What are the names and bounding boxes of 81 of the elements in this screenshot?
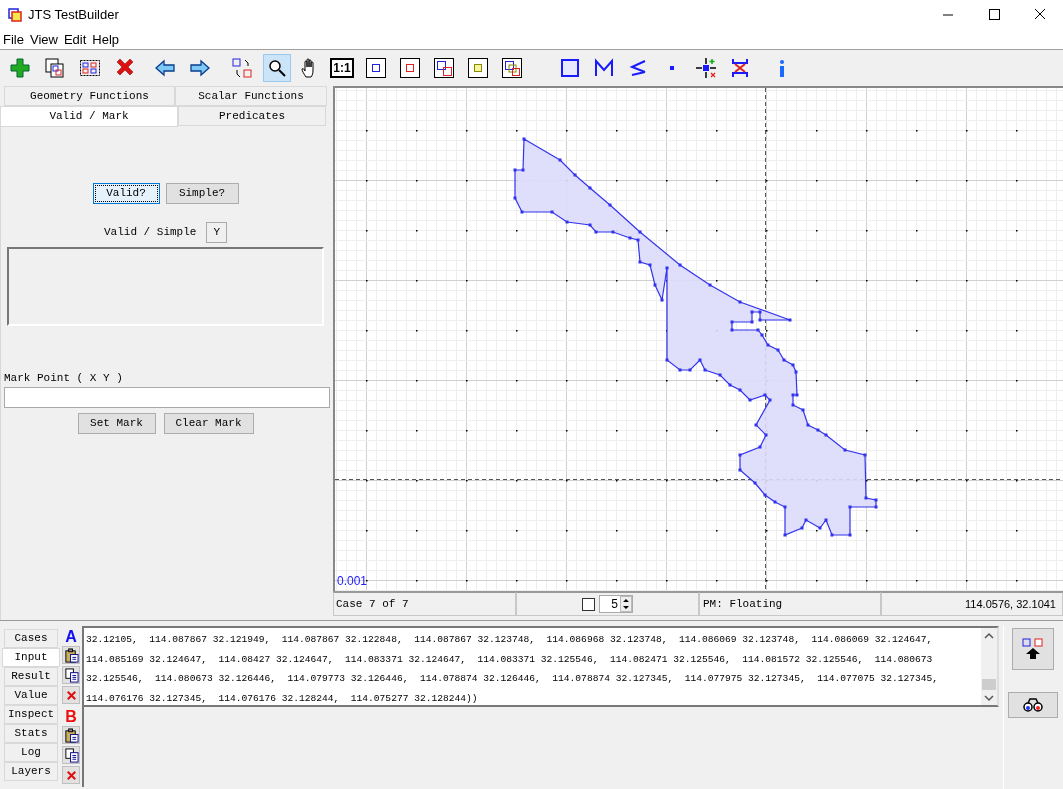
menu-item[interactable]: Edit <box>60 29 90 50</box>
hand-icon <box>301 58 317 78</box>
binoculars-icon <box>1022 698 1043 712</box>
info-icon <box>780 59 784 77</box>
mark-point-field[interactable] <box>4 386 330 408</box>
zoom-both-icon <box>433 57 455 79</box>
side-tab[interactable]: Cases <box>4 629 58 648</box>
point-tool-icon <box>670 66 674 70</box>
panel-tab[interactable]: Geometry Functions <box>4 86 175 106</box>
geometry-a-label: A <box>65 628 77 646</box>
inspect-button[interactable] <box>1007 692 1058 718</box>
side-tab[interactable]: Result <box>4 667 58 686</box>
side-tab[interactable]: Input <box>2 648 60 667</box>
swap-icon <box>231 57 253 79</box>
scale-label: 0.001 <box>337 573 368 590</box>
toolbar-button[interactable] <box>263 54 291 82</box>
wkt-text-line: 32.125546, 114.080673 32.126446, 114.079773 32.126446, 114.078874 32.126446, 114.078874 32.127345, 114.077975 32.127345, 114.077075 32.127345, <box>86 672 940 686</box>
panel-tab[interactable]: Predicates <box>178 106 326 126</box>
wkt-text-line: 114.076176 32.127345, 114.076176 32.128244, 114.075277 32.128244)) <box>86 691 479 706</box>
simple-button[interactable]: Simple? <box>165 183 239 204</box>
copy-button[interactable] <box>62 746 80 764</box>
zoom-a-icon <box>365 57 387 79</box>
valid-button[interactable]: Valid? <box>92 183 160 204</box>
copy-icon <box>63 667 79 683</box>
menu-item[interactable]: View <box>26 29 61 50</box>
paste-icon <box>63 647 79 663</box>
side-tab[interactable]: Inspect <box>4 705 58 724</box>
polygon-shape[interactable] <box>513 137 878 537</box>
polygon-tool-icon <box>559 57 581 79</box>
spinner-arrows-icon[interactable] <box>620 596 632 612</box>
set-mark-button[interactable]: Set Mark <box>77 412 156 434</box>
zoom-result-icon <box>467 57 489 79</box>
side-tab[interactable]: Stats <box>4 724 58 743</box>
mark-point-label: Mark Point ( X Y ) <box>4 371 123 386</box>
spinner-field[interactable]: 5 <box>599 595 633 613</box>
wkt-text-line: 32.12105, 114.087867 32.121949, 114.087867 32.122848, 114.087867 32.123748, 114.086968 32.123748, 114.086069 32.123748, 114.086069 32.124647, <box>86 633 934 647</box>
scroll-down-icon[interactable] <box>984 694 994 702</box>
paste-button[interactable] <box>62 646 80 664</box>
scroll-up-icon[interactable] <box>984 632 994 640</box>
side-tab[interactable]: Log <box>4 743 58 762</box>
load-result-button[interactable] <box>1011 628 1054 670</box>
spinner-value: 5 <box>611 596 619 613</box>
panel-tab[interactable]: Valid / Mark <box>0 106 178 127</box>
app-icon <box>8 8 22 22</box>
paste-icon <box>63 727 79 743</box>
scroll-thumb[interactable] <box>982 678 996 690</box>
menu-item[interactable]: File <box>0 29 27 50</box>
copy-up-icon <box>1021 638 1044 660</box>
wkt-text-line: 114.085169 32.124647, 114.08427 32.124647, 114.083371 32.124647, 114.083371 32.125546, 114.082471 32.125546, 114.081572 32.125546, 114.080673 <box>86 652 934 667</box>
checkbox[interactable] <box>582 597 595 611</box>
precision-model: PM: Floating <box>699 592 881 616</box>
geometry-b-label: B <box>65 708 77 726</box>
add-icon <box>9 57 31 79</box>
side-tab[interactable]: Layers <box>4 762 58 781</box>
side-tab[interactable]: Value <box>4 686 58 705</box>
scrollbar[interactable] <box>981 628 997 705</box>
paste-button[interactable] <box>62 726 80 744</box>
clear-button[interactable] <box>62 766 80 784</box>
zoom-b-icon <box>399 57 421 79</box>
result-value: Y <box>206 222 227 243</box>
copy-button[interactable] <box>62 666 80 684</box>
geometry-a-field[interactable] <box>82 626 999 707</box>
zoom-all-icon <box>501 57 523 79</box>
linestring-tool-icon <box>593 57 615 79</box>
delete-vertex-icon <box>729 57 751 79</box>
right-arrow-icon <box>189 57 211 79</box>
copy-icon <box>63 747 79 763</box>
copy-icon <box>44 57 66 79</box>
cursor-coordinates: 114.0576, 32.1041 <box>881 592 1063 616</box>
select-all-icon <box>79 57 101 79</box>
valid-simple-label: Valid / Simple <box>104 225 197 241</box>
menu-item[interactable]: Help <box>89 29 123 50</box>
panel-tab[interactable]: Scalar Functions <box>175 86 327 106</box>
case-counter: Case 7 of 7 <box>333 592 516 616</box>
move-vertex-icon <box>695 57 717 79</box>
left-arrow-icon <box>154 57 176 79</box>
drawing-canvas[interactable]: 0.001 <box>333 86 1063 591</box>
clear-button[interactable] <box>62 686 80 704</box>
window-title: JTS TestBuilder <box>28 6 119 25</box>
clear-mark-button[interactable]: Clear Mark <box>163 412 254 434</box>
search-icon <box>266 57 288 79</box>
